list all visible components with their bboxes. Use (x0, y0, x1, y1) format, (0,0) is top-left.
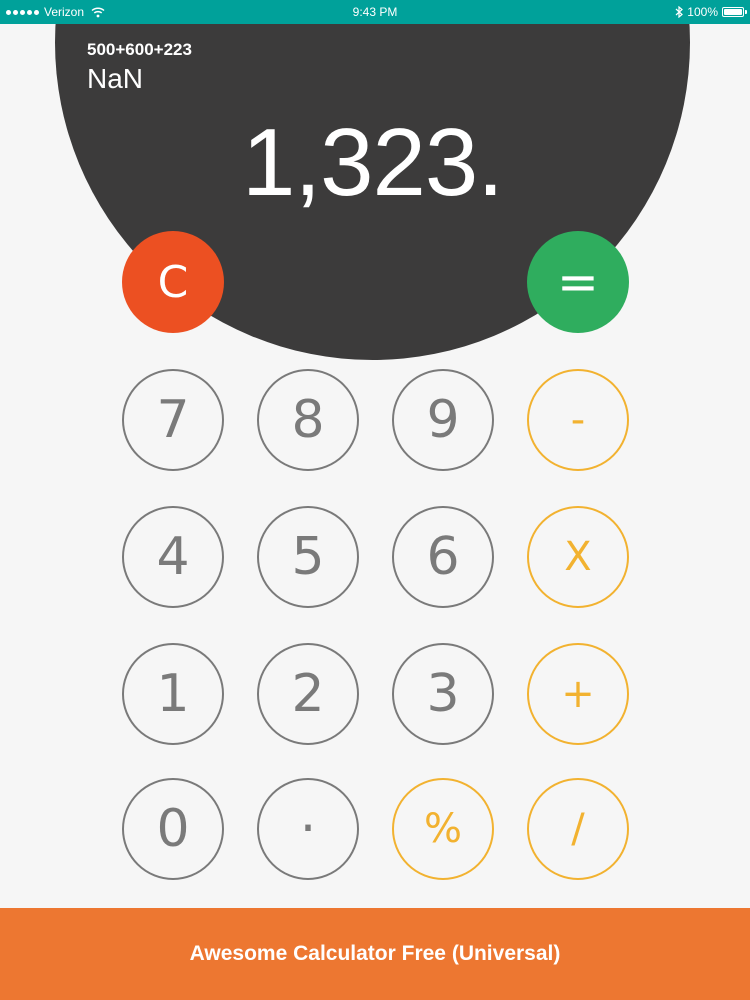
status-time: 9:43 PM (352, 5, 398, 19)
digit-9-button[interactable]: 9 (392, 369, 494, 471)
divide-button[interactable]: / (527, 778, 629, 880)
previous-result-text: NaN (87, 63, 144, 94)
wifi-icon (91, 7, 105, 18)
bluetooth-icon (675, 6, 684, 18)
result-display: 1,323. (242, 109, 504, 216)
equals-button[interactable]: = (527, 231, 629, 333)
signal-dots-icon (6, 9, 39, 15)
status-left: Verizon (6, 0, 105, 24)
multiply-button[interactable]: X (527, 506, 629, 608)
digit-4-button[interactable]: 4 (122, 506, 224, 608)
digit-7-button[interactable]: 7 (122, 369, 224, 471)
battery-icon (722, 7, 747, 17)
digit-5-button[interactable]: 5 (257, 506, 359, 608)
digit-6-button[interactable]: 6 (392, 506, 494, 608)
promo-banner[interactable]: Awesome Calculator Free (Universal) (0, 908, 750, 1000)
digit-2-button[interactable]: 2 (257, 643, 359, 745)
plus-button[interactable]: + (527, 643, 629, 745)
carrier-label: Verizon (44, 5, 85, 19)
battery-percent: 100% (687, 5, 718, 19)
status-right: 100% (675, 0, 747, 24)
digit-3-button[interactable]: 3 (392, 643, 494, 745)
percent-button[interactable]: % (392, 778, 494, 880)
clear-button[interactable]: C (122, 231, 224, 333)
digit-1-button[interactable]: 1 (122, 643, 224, 745)
expression-text: 500+600+223 (87, 40, 192, 59)
digit-8-button[interactable]: 8 (257, 369, 359, 471)
decimal-button[interactable]: · (257, 778, 359, 880)
status-bar: Verizon 9:43 PM 100% (0, 0, 750, 24)
digit-0-button[interactable]: 0 (122, 778, 224, 880)
minus-button[interactable]: - (527, 369, 629, 471)
